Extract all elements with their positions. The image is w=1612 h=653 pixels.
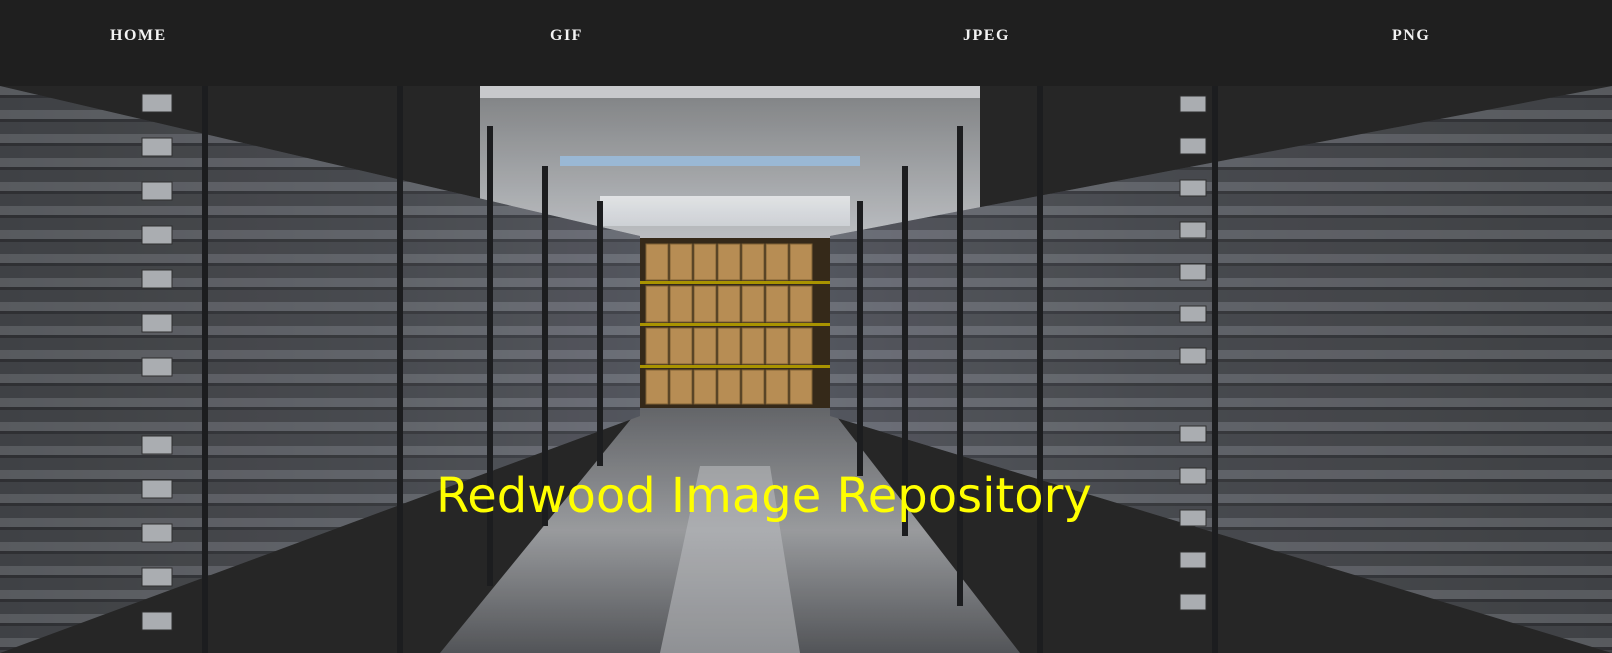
archive-aisle-photo xyxy=(0,86,1612,653)
nav-link-home[interactable]: HOME xyxy=(110,27,167,45)
nav-link-png[interactable]: PNG xyxy=(1392,27,1430,45)
hero-title: Redwood Image Repository xyxy=(436,468,1092,524)
nav-link-jpeg[interactable]: JPEG xyxy=(963,27,1010,45)
top-navigation-bar: HOME GIF JPEG PNG xyxy=(0,0,1612,86)
hero-banner: Redwood Image Repository xyxy=(0,86,1612,653)
nav-link-gif[interactable]: GIF xyxy=(550,27,583,45)
